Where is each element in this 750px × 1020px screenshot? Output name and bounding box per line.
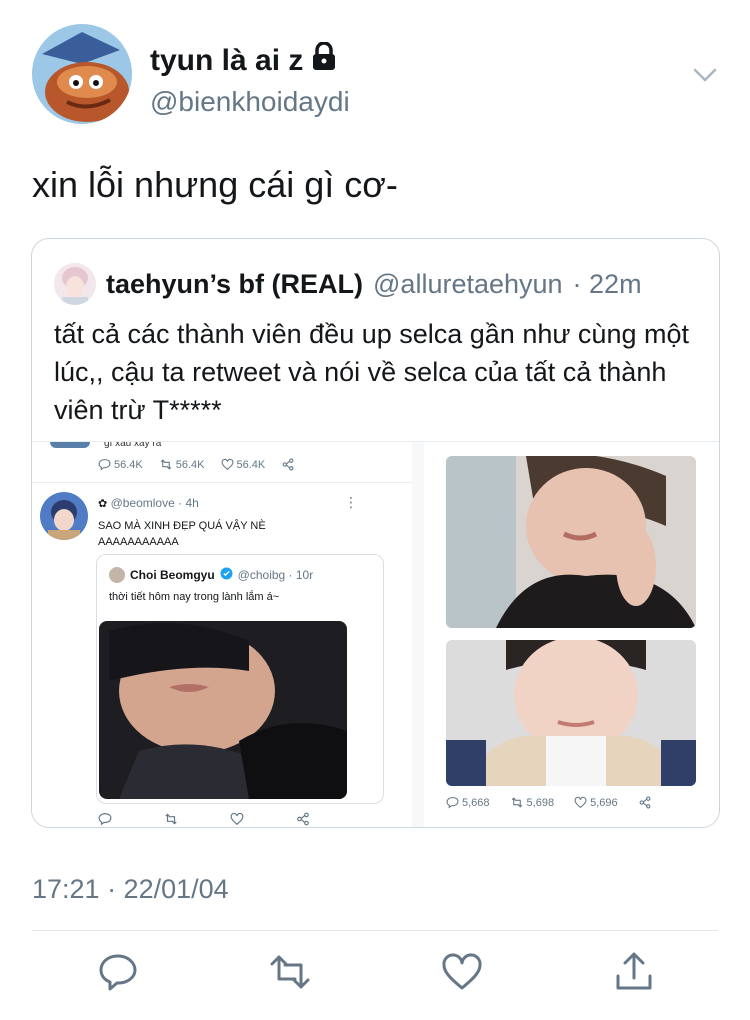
embedded-divider bbox=[32, 482, 412, 483]
retweet-icon[interactable] bbox=[268, 950, 312, 994]
prev-reply-count: 56.4K bbox=[114, 458, 143, 471]
embedded-user-handle-text: @beomlove · 4h bbox=[110, 496, 199, 510]
reply-icon[interactable] bbox=[96, 950, 140, 994]
action-bar bbox=[0, 950, 750, 1010]
right-retweet-stat: 5,698 bbox=[510, 796, 555, 809]
prev-reply-stat: 56.4K bbox=[98, 458, 143, 471]
quoted-tweet-header: taehyun’s bf (REAL) @alluretaehyun · 22m bbox=[54, 263, 642, 305]
divider bbox=[32, 930, 718, 931]
embedded-photos-screenshot: 5,668 5,698 5,696 bbox=[424, 442, 719, 827]
inner-avatar bbox=[109, 567, 125, 583]
right-reply-stat: 5,668 bbox=[446, 796, 490, 809]
tweet-timestamp[interactable]: 17:21 · 22/01/04 bbox=[32, 874, 229, 905]
inner-text: thời tiết hôm nay trong lành lắm á~ bbox=[109, 591, 280, 603]
right-stats: 5,668 5,698 5,696 bbox=[446, 796, 652, 809]
quoted-image[interactable]: gì xấu xảy ra 56.4K 56.4K 56.4K ✿ @beoml… bbox=[32, 441, 719, 827]
prev-retweet-stat: 56.4K bbox=[159, 458, 205, 471]
quoted-tweet[interactable]: taehyun’s bf (REAL) @alluretaehyun · 22m… bbox=[31, 238, 720, 828]
inner-photo bbox=[99, 621, 347, 799]
quoted-handle: @alluretaehyun bbox=[373, 268, 563, 299]
display-name[interactable]: tyun là ai z bbox=[150, 44, 303, 78]
embedded-like-icon bbox=[230, 812, 244, 826]
embedded-action-icons bbox=[98, 812, 310, 826]
display-name-row[interactable]: tyun là ai z bbox=[150, 41, 350, 80]
right-like-count: 5,696 bbox=[590, 796, 618, 809]
kebab-menu-icon: ⋮ bbox=[344, 494, 358, 510]
prev-like-stat: 56.4K bbox=[221, 458, 266, 471]
lock-icon bbox=[311, 41, 337, 80]
embedded-flower-icon: ✿ bbox=[98, 498, 108, 510]
share-icon[interactable] bbox=[612, 950, 656, 994]
prev-retweet-count: 56.4K bbox=[175, 458, 205, 471]
embedded-reply-icon bbox=[98, 812, 112, 826]
right-reply-count: 5,668 bbox=[462, 796, 490, 809]
tweet-header: tyun là ai z @bienkhoidaydi bbox=[32, 24, 722, 128]
embedded-tweet-screenshot: gì xấu xảy ra 56.4K 56.4K 56.4K ✿ @beoml… bbox=[32, 441, 412, 827]
embedded-user-text: SAO MÀ XINH ĐẸP QUÁ VẬY NÈ AAAAAAAAAAA bbox=[98, 520, 266, 548]
avatar[interactable] bbox=[32, 24, 132, 124]
right-share-icon bbox=[638, 796, 652, 809]
embedded-retweet-icon bbox=[164, 812, 178, 826]
chevron-down-icon[interactable] bbox=[688, 58, 722, 92]
quoted-text: tất cả các thành viên đều up selca gần n… bbox=[54, 319, 689, 425]
inner-quoted-tweet: Choi Beomgyu @choibg · 10r thời tiết hôm… bbox=[96, 554, 384, 804]
prev-share-icon bbox=[281, 458, 295, 471]
inner-header: Choi Beomgyu @choibg · 10r bbox=[109, 567, 313, 583]
inner-name: Choi Beomgyu bbox=[130, 568, 215, 582]
selca-photo-2 bbox=[446, 640, 696, 786]
prev-like-count: 56.4K bbox=[236, 458, 266, 471]
like-icon[interactable] bbox=[440, 950, 484, 994]
prev-stats: 56.4K 56.4K 56.4K bbox=[98, 458, 295, 471]
tweet-text: xin lỗi nhưng cái gì cơ- bbox=[32, 164, 398, 205]
verified-icon bbox=[220, 567, 233, 583]
quoted-avatar bbox=[54, 263, 96, 305]
quoted-display-name: taehyun’s bf (REAL) bbox=[106, 268, 364, 299]
embedded-share-icon bbox=[296, 812, 310, 826]
user-handle[interactable]: @bienkhoidaydi bbox=[150, 86, 350, 118]
quoted-time: · 22m bbox=[572, 268, 642, 299]
prev-line: gì xấu xảy ra bbox=[104, 441, 162, 449]
right-like-stat: 5,696 bbox=[574, 796, 618, 809]
inner-handle: @choibg · 10r bbox=[237, 568, 314, 582]
prev-avatar-tail bbox=[50, 442, 90, 448]
embedded-avatar bbox=[40, 492, 88, 540]
embedded-user-handle: ✿ @beomlove · 4h bbox=[98, 496, 199, 510]
right-retweet-count: 5,698 bbox=[526, 796, 555, 809]
selca-photo-1 bbox=[446, 456, 696, 628]
